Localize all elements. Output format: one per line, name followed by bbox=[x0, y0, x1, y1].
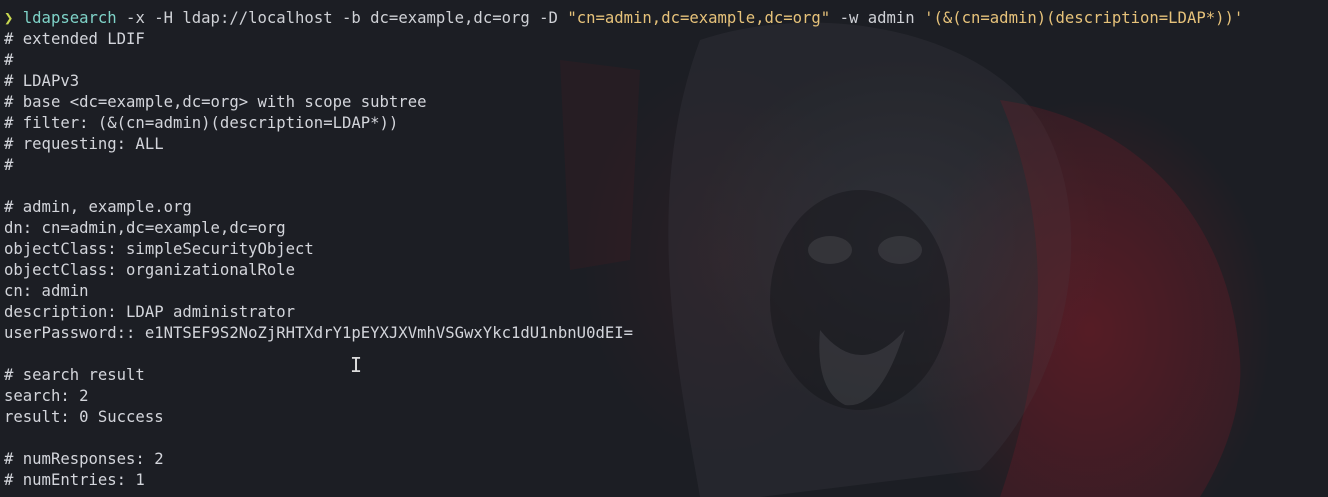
command-password-args: -w admin bbox=[830, 9, 925, 27]
command-line: ❯ ldapsearch -x -H ldap://localhost -b d… bbox=[4, 8, 1243, 29]
output-line: search: 2 bbox=[4, 387, 89, 405]
output-line: cn: admin bbox=[4, 282, 89, 300]
text-cursor-icon: I bbox=[350, 353, 363, 377]
prompt-chevron-icon: ❯ bbox=[4, 9, 14, 27]
output-line: # filter: (&(cn=admin)(description=LDAP*… bbox=[4, 114, 399, 132]
command-filter: '(&(cn=admin)(description=LDAP*))' bbox=[924, 9, 1244, 27]
output-line: # bbox=[4, 156, 14, 174]
output-line: # requesting: ALL bbox=[4, 135, 164, 153]
command-bind-dn: "cn=admin,dc=example,dc=org" bbox=[567, 9, 831, 27]
command-args: -x -H ldap://localhost -b dc=example,dc=… bbox=[116, 9, 568, 27]
output-line: objectClass: simpleSecurityObject bbox=[4, 240, 314, 258]
output-line: userPassword:: e1NTSEF9S2NoZjRHTXdrY1pEY… bbox=[4, 324, 634, 342]
output-line: # admin, example.org bbox=[4, 198, 192, 216]
output-line: # numResponses: 2 bbox=[4, 450, 164, 468]
output-line: result: 0 Success bbox=[4, 408, 164, 426]
output-line: description: LDAP administrator bbox=[4, 303, 296, 321]
terminal-output[interactable]: ❯ ldapsearch -x -H ldap://localhost -b d… bbox=[4, 8, 1243, 491]
output-line: objectClass: organizationalRole bbox=[4, 261, 296, 279]
output-line: # bbox=[4, 51, 14, 69]
output-line: # base <dc=example,dc=org> with scope su… bbox=[4, 93, 427, 111]
output-line: dn: cn=admin,dc=example,dc=org bbox=[4, 219, 286, 237]
output-line: # numEntries: 1 bbox=[4, 471, 145, 489]
output-line: # extended LDIF bbox=[4, 30, 145, 48]
output-line: # LDAPv3 bbox=[4, 72, 80, 90]
command-name: ldapsearch bbox=[22, 9, 117, 27]
terminal-window[interactable]: ❯ ldapsearch -x -H ldap://localhost -b d… bbox=[0, 0, 1328, 497]
output-line: # search result bbox=[4, 366, 145, 384]
